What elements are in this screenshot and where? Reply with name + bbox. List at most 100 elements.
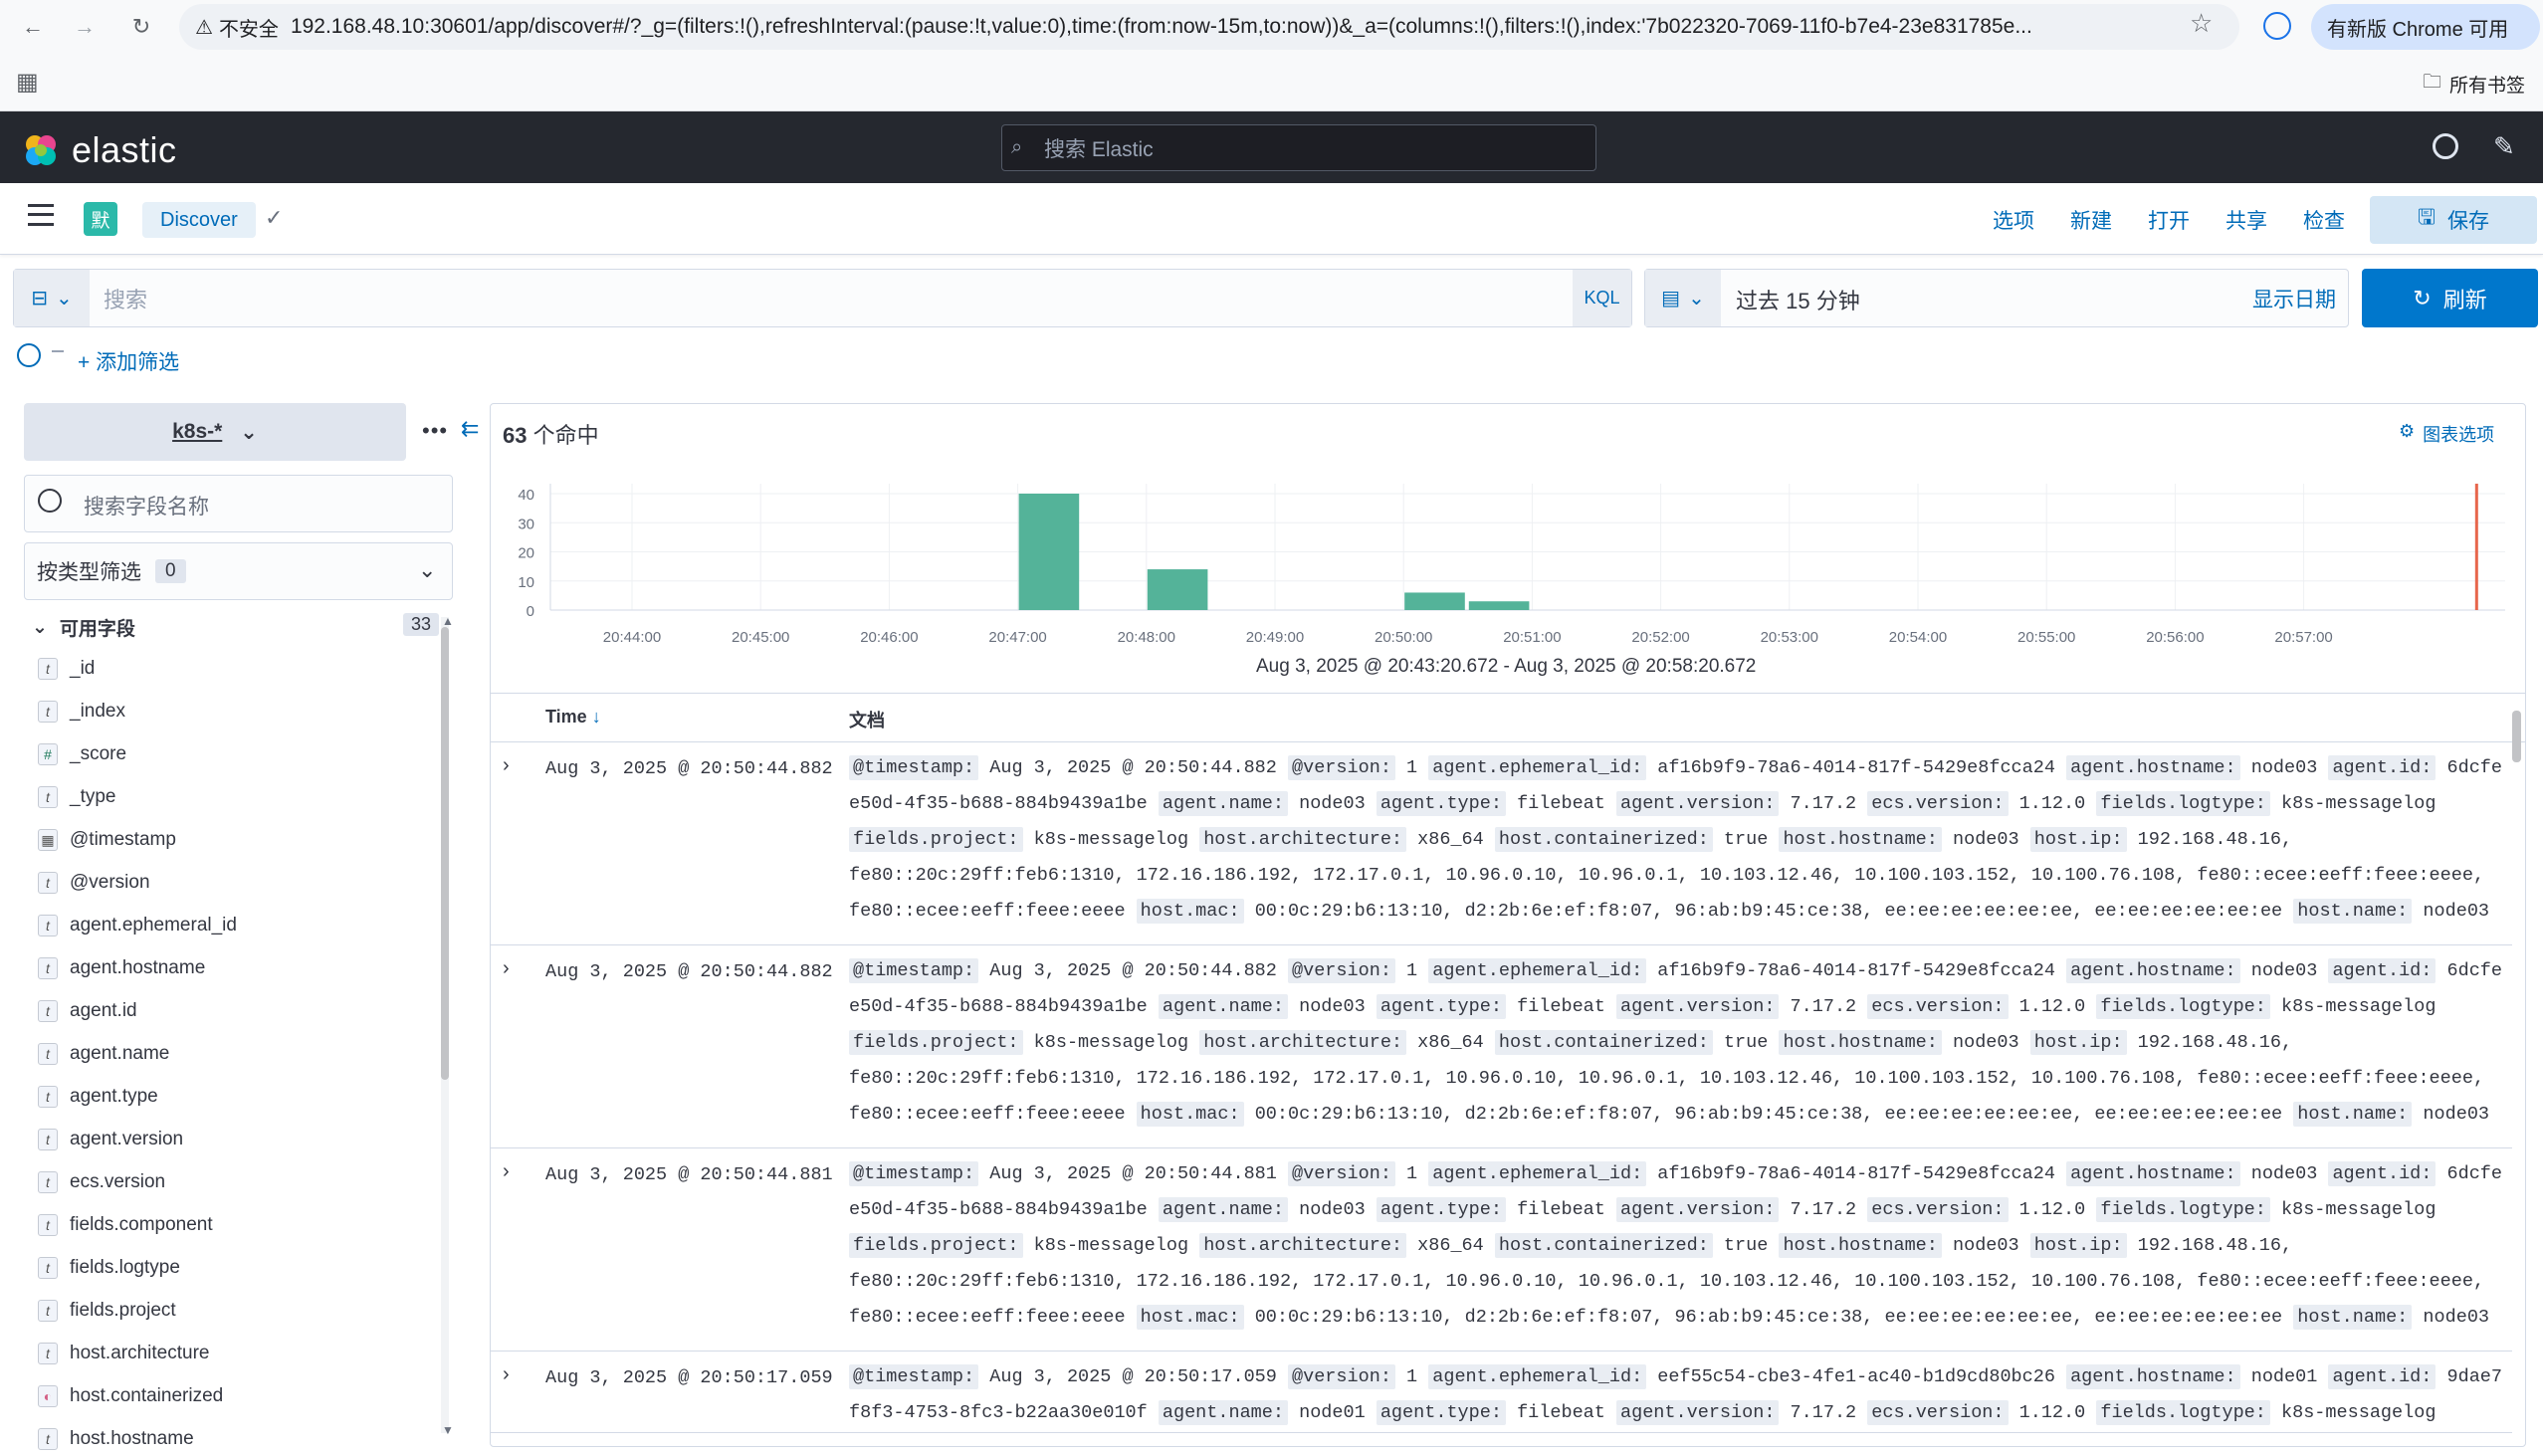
field-value: fe80::20c:29ff:feb6:1310, 172.16.186.192…: [849, 1271, 2485, 1292]
field-name: _index: [70, 701, 125, 722]
index-pattern-selector[interactable]: k8s-* ⌄: [24, 403, 406, 461]
scroll-down-icon[interactable]: ▼: [442, 1423, 454, 1437]
document-line: e50d-4f35-b688-884b9439a1be agent.name: …: [849, 989, 2501, 1025]
field-item[interactable]: ▦ @timestamp: [38, 823, 176, 857]
menu-share[interactable]: 共享: [2225, 205, 2267, 235]
type-filter-label: 按类型筛选: [37, 561, 141, 584]
search-icon: ⌕: [1011, 136, 1023, 158]
field-item[interactable]: t fields.component: [38, 1208, 213, 1242]
field-item[interactable]: t host.architecture: [38, 1337, 209, 1370]
field-item[interactable]: t fields.logtype: [38, 1251, 180, 1285]
histogram-chart[interactable]: 40 30 20 10 0 20:44:00 20:45:00 20:46:00 20:47:0…: [503, 476, 2513, 655]
breadcrumb-discover[interactable]: Discover: [142, 202, 256, 238]
menu-options[interactable]: 选项: [1993, 205, 2034, 235]
field-item[interactable]: # _score: [38, 737, 126, 771]
insecure-badge[interactable]: ⚠ 不安全: [179, 13, 291, 42]
field-key: agent.version:: [1616, 791, 1780, 816]
time-range-text[interactable]: 过去 15 分钟: [1736, 284, 1860, 315]
all-bookmarks[interactable]: 🗀 所有书签: [2423, 68, 2525, 100]
document-line: @timestamp: Aug 3, 2025 @ 20:50:17.059 @…: [849, 1359, 2501, 1395]
field-key: host.mac:: [1136, 899, 1244, 924]
help-icon[interactable]: [2433, 133, 2458, 159]
available-fields-toggle[interactable]: ⌄ 可用字段: [32, 614, 135, 641]
add-filter-button[interactable]: + 添加筛选: [78, 346, 179, 376]
field-item[interactable]: t agent.version: [38, 1123, 183, 1156]
field-item[interactable]: t agent.type: [38, 1080, 158, 1114]
field-name: agent.id: [70, 1000, 137, 1021]
field-item[interactable]: t host.hostname: [38, 1422, 194, 1456]
field-value: af16b9f9-78a6-4014-817f-5429e8fcca24: [1657, 960, 2055, 981]
save-icon: 🖫: [2418, 205, 2436, 229]
available-fields-count: 33: [403, 613, 440, 636]
expand-row-icon[interactable]: ›: [503, 1363, 510, 1386]
forward-icon[interactable]: →: [70, 12, 100, 42]
menu-new[interactable]: 新建: [2070, 205, 2112, 235]
gear-icon: ⚙: [2399, 421, 2416, 441]
menu-open[interactable]: 打开: [2148, 205, 2190, 235]
field-item[interactable]: t agent.ephemeral_id: [38, 909, 237, 942]
filter-divider: [52, 350, 64, 352]
field-item[interactable]: t _id: [38, 652, 95, 686]
field-value: x86_64: [1417, 829, 1484, 850]
field-item[interactable]: ◐ host.containerized: [38, 1379, 223, 1413]
field-item[interactable]: t ecs.version: [38, 1165, 165, 1199]
date-quick-menu-button[interactable]: ▤ ⌄: [1645, 270, 1721, 326]
field-value: e50d-4f35-b688-884b9439a1be: [849, 996, 1148, 1017]
field-key: agent.version:: [1616, 994, 1780, 1019]
more-options-icon[interactable]: •••: [422, 418, 448, 444]
scroll-up-icon[interactable]: ▲: [442, 614, 454, 628]
field-value: 1: [1406, 960, 1418, 981]
expand-row-icon[interactable]: ›: [503, 957, 510, 980]
filter-menu-icon[interactable]: [17, 343, 41, 367]
field-item[interactable]: t fields.project: [38, 1294, 176, 1328]
string-type-icon: t: [38, 1257, 58, 1279]
query-input[interactable]: 搜索: [104, 283, 147, 314]
field-name: host.containerized: [70, 1385, 224, 1406]
histogram-bar: [1147, 569, 1208, 610]
reload-icon[interactable]: ↻: [126, 12, 156, 42]
field-key: host.architecture:: [1199, 1233, 1407, 1258]
space-avatar[interactable]: 默: [84, 202, 117, 236]
refresh-button[interactable]: ↻ 刷新: [2362, 269, 2538, 327]
field-item[interactable]: t agent.id: [38, 994, 137, 1028]
saved-query-button[interactable]: ⊟ ⌄: [14, 270, 90, 326]
column-header-time[interactable]: Time ↓: [545, 707, 601, 728]
string-type-icon: t: [38, 1129, 58, 1150]
sort-arrow-icon[interactable]: ↓: [592, 707, 601, 727]
back-icon[interactable]: ←: [18, 12, 48, 42]
kql-toggle[interactable]: KQL: [1573, 270, 1631, 326]
field-item[interactable]: t _type: [38, 780, 115, 814]
apps-grid-icon[interactable]: ▦: [16, 68, 39, 97]
profile-icon[interactable]: [2263, 12, 2291, 40]
url-text[interactable]: 192.168.48.10:30601/app/discover#/?_g=(f…: [291, 15, 2032, 39]
collapse-sidebar-icon[interactable]: ⇇: [461, 416, 479, 442]
address-bar[interactable]: ⚠ 不安全 192.168.48.10:30601/app/discover#/?…: [179, 4, 2239, 50]
show-dates-link[interactable]: 显示日期: [2252, 284, 2336, 313]
field-item[interactable]: t agent.name: [38, 1037, 169, 1071]
field-value: true: [1723, 1032, 1769, 1053]
field-name: agent.ephemeral_id: [70, 915, 237, 936]
menu-inspect[interactable]: 检查: [2303, 205, 2345, 235]
refresh-label: 刷新: [2442, 287, 2487, 312]
save-button[interactable]: 🖫 保存: [2370, 196, 2537, 244]
global-search-input[interactable]: 搜索 Elastic: [1001, 124, 1596, 171]
field-key: host.name:: [2293, 1305, 2413, 1330]
field-value: 1.12.0: [2018, 1199, 2086, 1220]
expand-row-icon[interactable]: ›: [503, 754, 510, 777]
newsfeed-icon[interactable]: ✎: [2493, 131, 2515, 162]
field-key: agent.ephemeral_id:: [1428, 958, 1647, 983]
results-scrollbar[interactable]: [2512, 711, 2521, 762]
type-filter-button[interactable]: 按类型筛选 0: [24, 542, 453, 600]
elastic-logo[interactable]: elastic: [22, 129, 177, 171]
hamburger-menu-icon[interactable]: [28, 204, 54, 226]
field-item[interactable]: t @version: [38, 866, 150, 900]
field-item[interactable]: t agent.hostname: [38, 951, 205, 985]
chrome-update-button[interactable]: 有新版 Chrome 可用: [2311, 4, 2540, 50]
field-name: @version: [70, 872, 150, 893]
field-value: 192.168.48.16,: [2137, 829, 2293, 850]
bookmark-star-icon[interactable]: ☆: [2190, 8, 2213, 39]
chart-options-button[interactable]: ⚙ 图表选项: [2399, 421, 2494, 447]
field-item[interactable]: t _index: [38, 695, 125, 728]
expand-row-icon[interactable]: ›: [503, 1160, 510, 1183]
sidebar-scrollbar[interactable]: [441, 627, 449, 1080]
